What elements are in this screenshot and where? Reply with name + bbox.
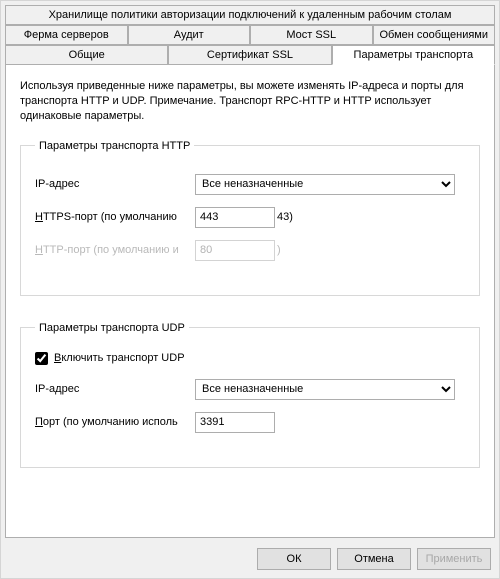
cancel-button[interactable]: Отмена bbox=[337, 548, 411, 570]
tab-ssl-bridging[interactable]: Мост SSL bbox=[250, 25, 373, 45]
http-port-label: HTTP-порт (по умолчанию и bbox=[35, 244, 195, 256]
https-port-row: HTTPS-порт (по умолчанию 43) bbox=[35, 207, 467, 228]
tab-server-farm[interactable]: Ферма серверов bbox=[5, 25, 128, 45]
http-ip-label: IP-адрес bbox=[35, 178, 195, 190]
tab-messaging[interactable]: Обмен сообщениями bbox=[373, 25, 496, 45]
udp-port-label: Порт (по умолчанию исполь bbox=[35, 416, 195, 428]
udp-enable-row: Включить транспорт UDP bbox=[35, 352, 467, 365]
https-port-label: HTTPS-порт (по умолчанию bbox=[35, 211, 195, 223]
http-group-legend: Параметры транспорта HTTP bbox=[35, 140, 194, 152]
udp-ip-label: IP-адрес bbox=[35, 383, 195, 395]
udp-enable-checkbox[interactable] bbox=[35, 352, 48, 365]
http-port-input bbox=[195, 240, 275, 261]
tab-row-3: Общие Сертификат SSL Параметры транспорт… bbox=[5, 45, 495, 65]
https-port-input[interactable] bbox=[195, 207, 275, 228]
tab-general[interactable]: Общие bbox=[5, 45, 168, 65]
udp-ip-select[interactable]: Все неназначенные bbox=[195, 379, 455, 400]
tab-transport-settings[interactable]: Параметры транспорта bbox=[332, 45, 495, 65]
tabs-container: Хранилище политики авторизации подключен… bbox=[5, 5, 495, 65]
tab-auditing[interactable]: Аудит bbox=[128, 25, 251, 45]
tab-rdcap-store[interactable]: Хранилище политики авторизации подключен… bbox=[5, 5, 495, 25]
dialog: Хранилище политики авторизации подключен… bbox=[0, 0, 500, 579]
udp-enable-label[interactable]: Включить транспорт UDP bbox=[54, 352, 185, 364]
tab-row-1: Хранилище политики авторизации подключен… bbox=[5, 5, 495, 25]
udp-ip-row: IP-адрес Все неназначенные bbox=[35, 379, 467, 400]
description-text: Используя приведенные ниже параметры, вы… bbox=[20, 79, 480, 124]
tab-ssl-certificate[interactable]: Сертификат SSL bbox=[168, 45, 331, 65]
https-port-suffix: 43) bbox=[277, 211, 293, 223]
http-transport-group: Параметры транспорта HTTP IP-адрес Все н… bbox=[20, 140, 480, 296]
udp-transport-group: Параметры транспорта UDP Включить трансп… bbox=[20, 322, 480, 468]
ok-button[interactable]: ОК bbox=[257, 548, 331, 570]
udp-port-row: Порт (по умолчанию исполь bbox=[35, 412, 467, 433]
udp-group-legend: Параметры транспорта UDP bbox=[35, 322, 189, 334]
http-ip-row: IP-адрес Все неназначенные bbox=[35, 174, 467, 195]
http-port-row: HTTP-порт (по умолчанию и ) bbox=[35, 240, 467, 261]
http-port-suffix: ) bbox=[277, 244, 281, 256]
tab-row-2: Ферма серверов Аудит Мост SSL Обмен сооб… bbox=[5, 25, 495, 45]
dialog-button-bar: ОК Отмена Применить bbox=[1, 542, 499, 578]
udp-port-input[interactable] bbox=[195, 412, 275, 433]
apply-button[interactable]: Применить bbox=[417, 548, 491, 570]
tab-panel-transport: Используя приведенные ниже параметры, вы… bbox=[5, 65, 495, 538]
http-ip-select[interactable]: Все неназначенные bbox=[195, 174, 455, 195]
